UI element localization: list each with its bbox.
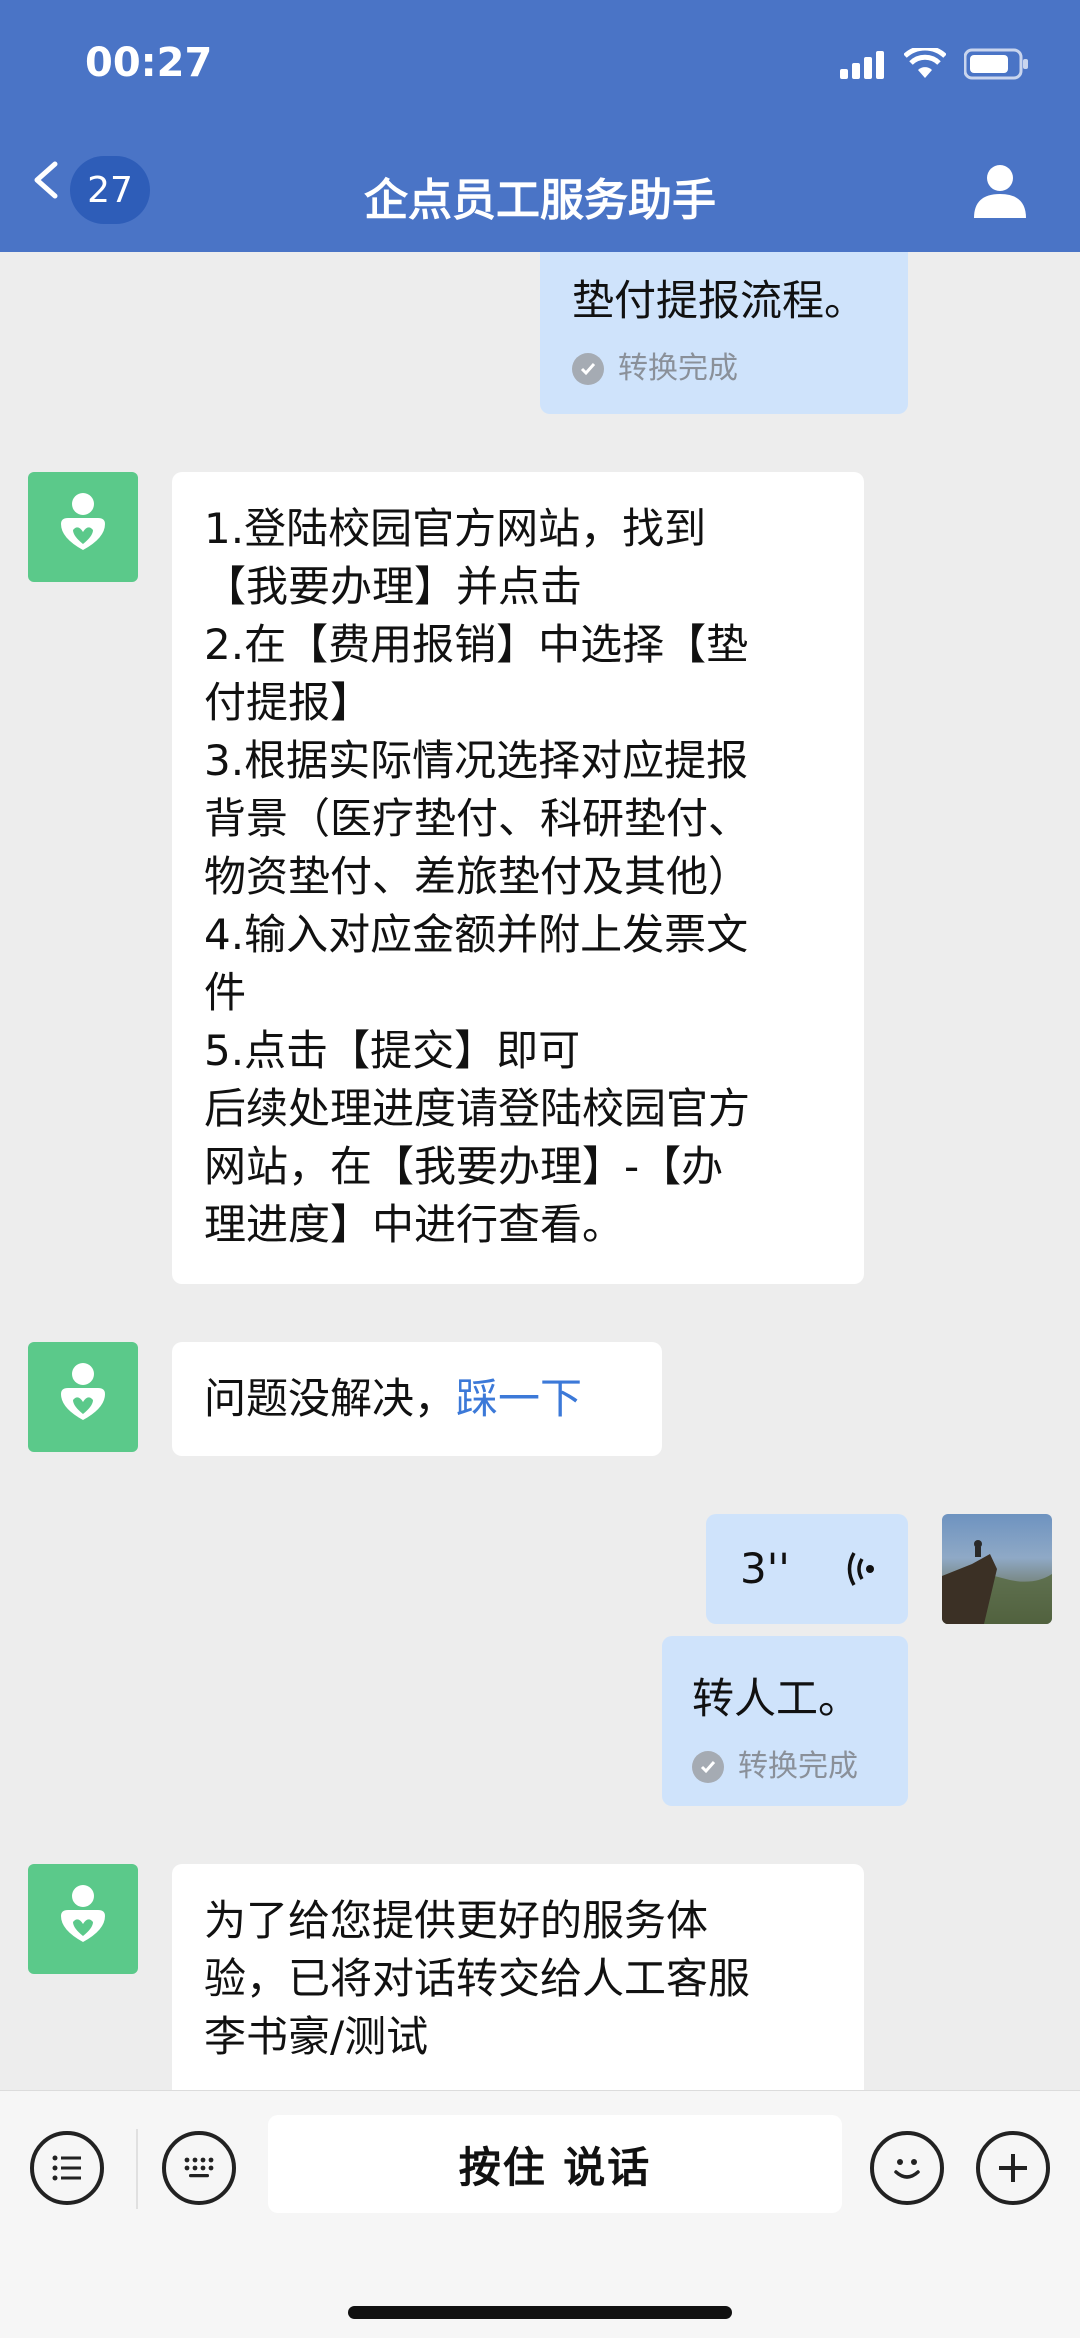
conversion-status: 转换完成 [572, 340, 876, 398]
signal-icon [840, 51, 884, 79]
emoji-button[interactable] [870, 2131, 944, 2205]
keyboard-icon [184, 2157, 214, 2178]
conversion-status: 转换完成 [692, 1738, 878, 1796]
list-icon [52, 2155, 81, 2181]
message-bubble-bot[interactable]: 为了给您提供更好的服务体 验，已将对话转交给人工客服 李书豪/测试 [172, 1864, 864, 2090]
message-line: 付提报】 [204, 678, 373, 727]
message-line: 件 [204, 968, 247, 1017]
voice-duration: 3'' [740, 1544, 790, 1593]
message-line: 验，已将对话转交给人工客服 [204, 1954, 751, 2003]
smiley-icon [894, 2159, 920, 2179]
voice-message-bubble[interactable]: 3'' [706, 1514, 908, 1624]
message-bubble-bot[interactable]: 1.登陆校园官方网站，找到 【我要办理】并点击 2.在【费用报销】中选择【垫 付… [172, 472, 864, 1284]
battery-icon [964, 48, 1028, 80]
message-text: 转人工。 [692, 1674, 861, 1723]
message-line: 后续处理进度请登陆校园官方 [204, 1084, 751, 1133]
chat-area[interactable]: 垫付提报流程。 转换完成 1.登陆校园官方网站，找到 【我要办理】并点击 2.在… [0, 252, 1080, 2090]
message-line: 2.在【费用报销】中选择【垫 [204, 620, 749, 669]
hold-to-talk-button[interactable]: 按住 说话 [268, 2115, 842, 2213]
message-line: 李书豪/测试 [204, 2012, 429, 2061]
message-line: 背景（医疗垫付、科研垫付、 [204, 794, 751, 843]
bot-avatar[interactable] [28, 1342, 138, 1452]
landscape-photo-icon [942, 1540, 1052, 1624]
message-line: 为了给您提供更好的服务体 [204, 1896, 709, 1945]
menu-list-button[interactable] [30, 2131, 104, 2205]
plus-icon [999, 2154, 1027, 2182]
input-bar: 按住 说话 [0, 2090, 1080, 2338]
message-line: 理进度】中进行查看。 [204, 1200, 625, 1249]
message-line: 1.登陆校园官方网站，找到 [204, 504, 707, 553]
user-profile-icon[interactable] [970, 160, 1030, 220]
message-bubble-user[interactable]: 转人工。 转换完成 [662, 1636, 908, 1806]
header: 00:27 27 企点员工服务助手 [0, 0, 1080, 252]
page-title: 企点员工服务助手 [364, 175, 716, 226]
bot-logo-icon [61, 1363, 105, 1420]
message-line: 网站，在【我要办理】-【办 [204, 1142, 724, 1191]
bot-logo-icon [61, 493, 105, 550]
conversion-status-text: 转换完成 [738, 1749, 858, 1784]
dislike-link[interactable]: 踩一下 [456, 1370, 582, 1428]
home-indicator [348, 2306, 732, 2319]
message-bubble-user[interactable]: 垫付提报流程。 转换完成 [540, 252, 908, 414]
status-icons [840, 48, 1030, 80]
message-line: 5.点击【提交】即可 [204, 1026, 581, 1075]
message-text: 问题没解决， [204, 1374, 457, 1423]
keyboard-toggle-button[interactable] [162, 2131, 236, 2205]
message-line: 【我要办理】并点击 [204, 562, 583, 611]
bot-avatar[interactable] [28, 472, 138, 582]
bot-avatar[interactable] [28, 1864, 138, 1974]
message-line: 物资垫付、差旅垫付及其他） [204, 852, 751, 901]
voice-wave-icon [847, 1552, 874, 1586]
message-text: 垫付提报流程。 [572, 276, 867, 325]
conversion-status-text: 转换完成 [618, 351, 738, 386]
wifi-icon [904, 48, 946, 78]
bot-logo-icon [61, 1885, 105, 1942]
user-avatar[interactable] [942, 1514, 1052, 1624]
status-time: 00:27 [85, 40, 213, 86]
check-icon [572, 353, 604, 385]
message-line: 4.输入对应金额并附上发票文 [204, 910, 749, 959]
message-bubble-bot[interactable]: 问题没解决， 踩一下 [172, 1342, 662, 1456]
check-icon [692, 1751, 724, 1783]
message-line: 3.根据实际情况选择对应提报 [204, 736, 749, 785]
divider [136, 2129, 138, 2209]
more-plus-button[interactable] [976, 2131, 1050, 2205]
